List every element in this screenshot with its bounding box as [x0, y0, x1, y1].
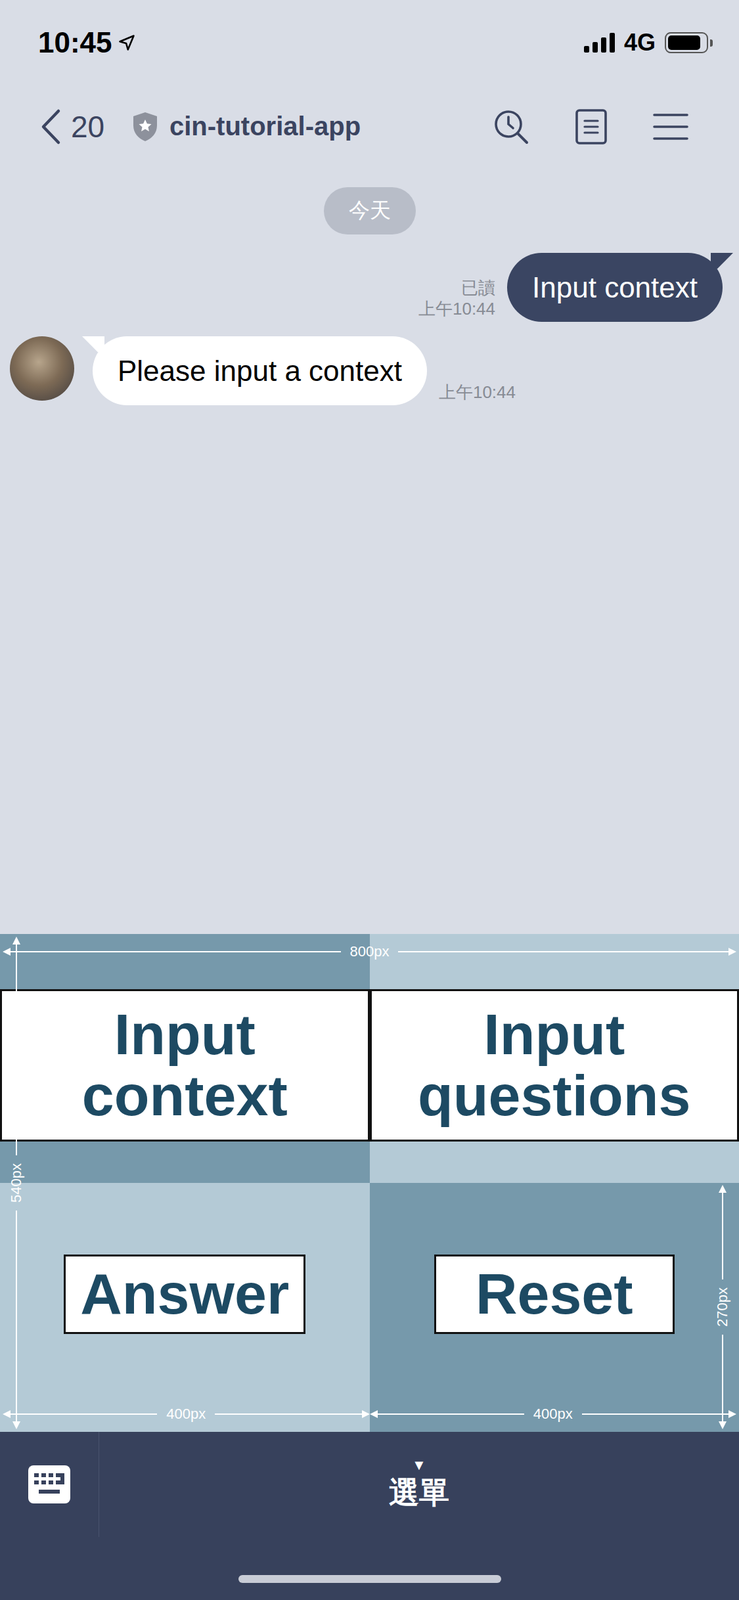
home-indicator[interactable]	[238, 1575, 502, 1584]
rich-menu-cell[interactable]: Reset	[369, 1183, 739, 1433]
message-meta: 上午10:44	[438, 381, 516, 406]
column-width-annotation: 400px400px	[2, 1405, 737, 1423]
search-icon[interactable]	[492, 107, 531, 146]
shield-icon	[131, 111, 159, 143]
message-row: Please input a context 上午10:44	[0, 336, 739, 406]
notes-icon[interactable]	[574, 108, 608, 146]
height-annotation: 540px	[6, 936, 27, 1430]
width-annotation: 800px	[2, 943, 737, 961]
message-bubble[interactable]: Please input a context	[92, 336, 427, 406]
bottom-bar: ▼選單	[0, 1432, 739, 1600]
status-bar: 10:45 4G	[0, 0, 739, 86]
battery-icon	[664, 32, 713, 54]
unread-count: 20	[70, 109, 105, 145]
message-bubble[interactable]: Input context	[507, 252, 723, 322]
location-icon	[117, 33, 136, 52]
signal-icon	[583, 32, 615, 53]
chat-header: 20 cin-tutorial-app	[0, 85, 739, 168]
network-label: 4G	[624, 28, 656, 57]
collapse-arrow: ▼	[411, 1457, 427, 1474]
message-row: 已讀上午10:44Input context	[0, 252, 739, 322]
keyboard-icon	[26, 1464, 72, 1505]
rich-menu-button[interactable]: Input context	[0, 989, 370, 1142]
rich-menu-button[interactable]: Reset	[434, 1254, 675, 1335]
rich-menu-button[interactable]: Answer	[63, 1254, 306, 1335]
back-button[interactable]: 20	[39, 107, 132, 146]
rich-menu-cell[interactable]: Answer	[0, 1183, 370, 1433]
menu-toggle[interactable]: ▼選單	[99, 1432, 739, 1538]
date-divider: 今天	[323, 187, 416, 235]
chevron-left-icon	[39, 107, 62, 146]
rich-menu-cell[interactable]: Input questions	[369, 934, 739, 1184]
avatar[interactable]	[9, 336, 75, 401]
menu-icon[interactable]	[652, 111, 690, 143]
row-height-annotation: 270px	[712, 1185, 733, 1430]
chat-title: cin-tutorial-app	[131, 111, 493, 143]
chat-screen: 10:454G20cin-tutorial-app今天已讀上午10:44Inpu…	[0, 0, 739, 1600]
message-list: 今天已讀上午10:44Input contextPlease input a c…	[0, 167, 739, 935]
rich-menu-cell[interactable]: Input context	[0, 934, 370, 1184]
rich-menu-button[interactable]: Input questions	[369, 989, 739, 1142]
rich-menu: Input contextInput questions Answer Reset 8…	[0, 934, 739, 1433]
clock: 10:45	[38, 26, 113, 60]
message-meta: 已讀上午10:44	[418, 277, 496, 322]
keyboard-button[interactable]	[0, 1432, 100, 1538]
